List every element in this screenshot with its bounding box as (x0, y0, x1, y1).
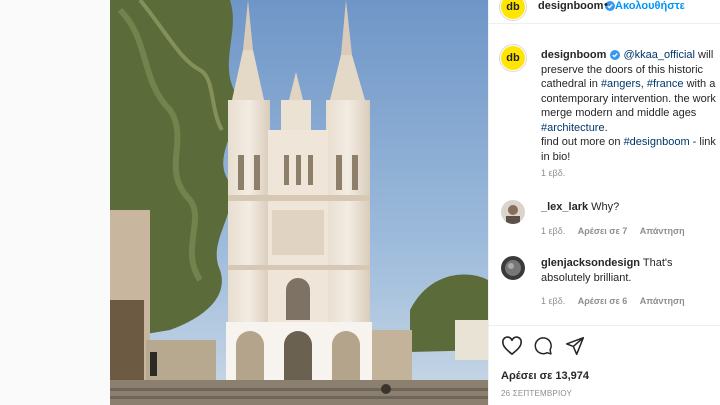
comment-icon[interactable] (533, 336, 553, 356)
comment-meta: 1 εβδ. Αρέσει σε 7 Απάντηση (541, 226, 695, 236)
post-date[interactable]: 26 ΣΕΠΤΕΜΒΡΙΟΥ (501, 389, 572, 398)
page-backdrop (0, 0, 110, 405)
caption-timestamp[interactable]: 1 εβδ. (541, 168, 565, 178)
hashtag-angers[interactable]: #angers (601, 78, 641, 90)
comment-timestamp[interactable]: 1 εβδ. (541, 226, 565, 236)
post-actions: Αρέσει σε 13,974 26 ΣΕΠΤΕΜΒΡΙΟΥ (489, 325, 720, 405)
caption-meta: 1 εβδ. (541, 168, 575, 178)
header-separator-dot: • (604, 0, 608, 11)
author-avatar[interactable]: db (499, 0, 527, 21)
likes-count[interactable]: Αρέσει σε 13,974 (501, 370, 589, 382)
comment-item: _lex_lark Why? (541, 200, 719, 215)
post-caption: designboom @kkaa_official will preserve … (541, 48, 719, 164)
avatar-photo-icon (506, 205, 520, 224)
avatar-photo-icon (505, 260, 521, 276)
comment-timestamp[interactable]: 1 εβδ. (541, 296, 565, 306)
caption-avatar[interactable]: db (499, 44, 527, 72)
post-details-pane: db designboom • Ακολουθήστε db designboo… (488, 0, 720, 405)
caption-text: find out more on (541, 136, 624, 148)
comment-username[interactable]: _lex_lark (541, 201, 588, 213)
hashtag-france[interactable]: #france (647, 78, 684, 90)
reply-button[interactable]: Απάντηση (640, 226, 685, 236)
post-header: db designboom • Ακολουθήστε (489, 0, 720, 24)
verified-badge-icon (610, 50, 621, 60)
comment-avatar[interactable] (501, 200, 525, 224)
reply-button[interactable]: Απάντηση (640, 296, 685, 306)
comment-item: glenjacksondesign That's absolutely bril… (541, 256, 719, 285)
hashtag-architecture[interactable]: #architecture (541, 122, 605, 134)
comment-avatar[interactable] (501, 256, 525, 280)
caption-username[interactable]: designboom (541, 49, 606, 61)
comment-meta: 1 εβδ. Αρέσει σε 6 Απάντηση (541, 296, 695, 306)
mention-link[interactable]: @kkaa_official (623, 49, 695, 61)
share-icon[interactable] (565, 336, 585, 356)
comment-username[interactable]: glenjacksondesign (541, 257, 640, 269)
cathedral-photo (110, 0, 488, 405)
heart-icon[interactable] (501, 336, 523, 356)
comment-likes[interactable]: Αρέσει σε 6 (578, 296, 628, 306)
author-username-label[interactable]: designboom (538, 0, 603, 12)
comment-text: Why? (591, 201, 620, 213)
comment-likes[interactable]: Αρέσει σε 7 (578, 226, 628, 236)
hashtag-designboom[interactable]: #designboom (624, 136, 690, 148)
post-photo[interactable] (110, 0, 488, 405)
follow-button[interactable]: Ακολουθήστε (615, 0, 685, 12)
caption-text: . (604, 121, 608, 134)
